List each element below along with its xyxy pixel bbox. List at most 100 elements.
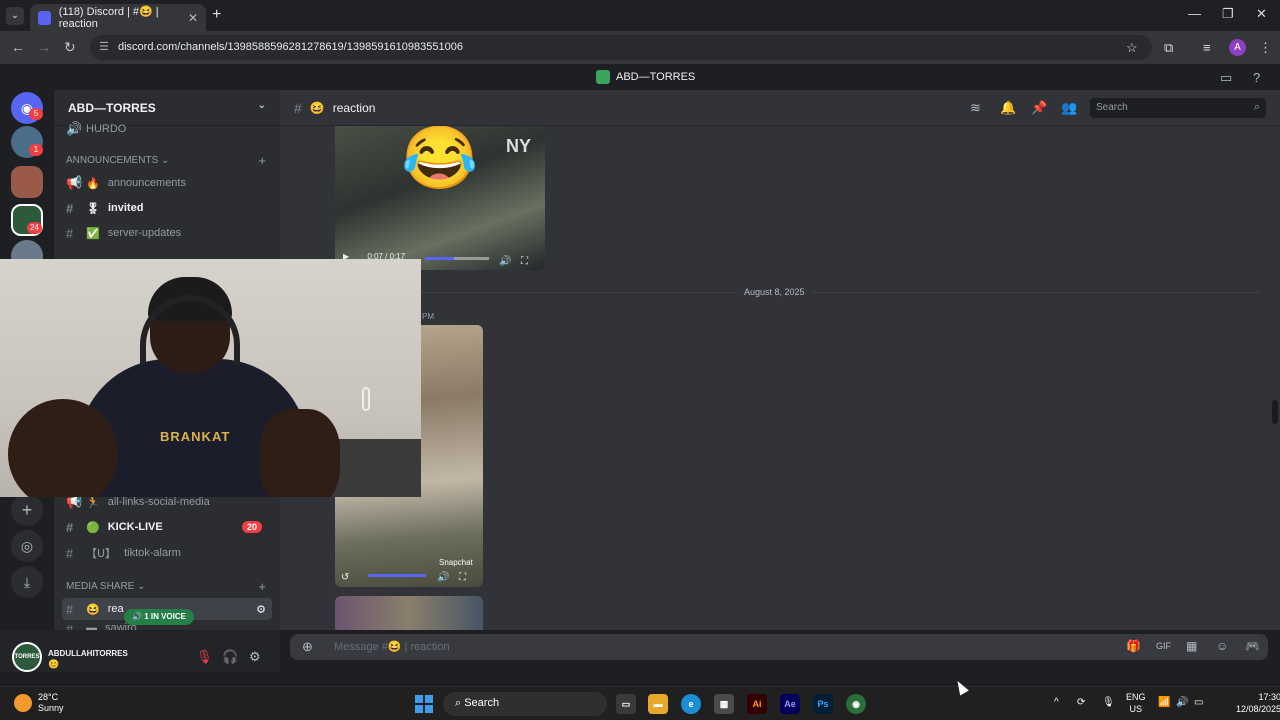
new-tab-icon[interactable]: +	[212, 6, 221, 24]
photoshop-icon[interactable]: Ps	[813, 694, 833, 714]
channel-invited[interactable]: # 🎖 invited	[62, 197, 272, 219]
fullscreen-icon[interactable]: ⛶	[459, 572, 466, 583]
discord-title-bar: ABD—TORRES ▭ ?	[0, 64, 1280, 90]
channel-label: announcements	[107, 177, 186, 189]
channel-kick-live[interactable]: # 🟢 KICK-LIVE 20	[62, 516, 272, 538]
explore-icon[interactable]: ◎	[11, 530, 43, 562]
add-channel-icon[interactable]: +	[258, 153, 266, 168]
add-server-icon[interactable]: +	[11, 494, 43, 526]
inbox-icon[interactable]: ▭	[1220, 70, 1232, 86]
shirt-text: BRANKAT	[160, 429, 231, 444]
attach-plus-icon[interactable]: ⊕	[302, 639, 313, 655]
language-indicator[interactable]: ENG US	[1126, 691, 1146, 715]
windows-start-icon[interactable]	[415, 695, 433, 713]
media-control-icon[interactable]: ≡	[1203, 40, 1211, 55]
site-info-icon[interactable]: ☰	[99, 35, 109, 60]
add-channel-icon[interactable]: +	[258, 579, 266, 594]
chrome-icon[interactable]: ◉	[846, 694, 866, 714]
tab-title: (118) Discord | #😆 | reaction	[58, 6, 159, 30]
video-progress-bar[interactable]	[368, 574, 426, 577]
sync-icon[interactable]: ⟳	[1077, 697, 1085, 708]
apps-icon[interactable]: 🎮	[1245, 639, 1260, 653]
file-explorer-icon[interactable]: ▬	[648, 694, 668, 714]
hash-icon: #	[66, 545, 74, 561]
channel-label: invited	[107, 202, 144, 214]
channel-label: tiktok-alarm	[124, 547, 181, 559]
bookmark-star-icon[interactable]: ☆	[1126, 40, 1138, 56]
notifications-bell-icon[interactable]: 🔔	[1000, 100, 1016, 116]
forward-icon[interactable]: →	[37, 39, 51, 55]
search-input[interactable]: Search ⌕	[1090, 98, 1266, 118]
volume-icon[interactable]: 🔊	[437, 572, 449, 583]
wifi-icon[interactable]: 📶	[1158, 697, 1170, 708]
hash-icon: #	[66, 601, 74, 617]
fullscreen-icon[interactable]: ⛶	[521, 256, 528, 267]
volume-tray-icon[interactable]: 🔊	[1176, 697, 1188, 708]
extensions-icon[interactable]: ⧉	[1164, 40, 1173, 56]
video-progress-bar[interactable]	[425, 257, 489, 260]
message-composer[interactable]: ⊕ Message #😆 | reaction 🎁 GIF ▦ ☺ 🎮	[290, 634, 1268, 660]
channel-announcements[interactable]: 📢 🔥 announcements	[62, 172, 272, 194]
channel-sawiro[interactable]: # ▬ sawiro	[62, 622, 272, 630]
taskbar-search[interactable]: ⌕ Search	[443, 692, 607, 716]
channel-name: reaction	[332, 101, 376, 115]
tray-overflow-icon[interactable]: ^	[1054, 697, 1059, 708]
category-announcements[interactable]: ANNOUNCEMENTS ⌄	[66, 155, 169, 166]
server-icon-2[interactable]	[11, 166, 43, 198]
volume-icon[interactable]: 🔊	[499, 256, 511, 267]
chevron-down-icon[interactable]: ⌄	[258, 100, 266, 111]
pinned-icon[interactable]: 📌	[1031, 100, 1047, 116]
back-icon[interactable]: ←	[11, 39, 25, 55]
address-bar[interactable]: ☰ discord.com/channels/13985885962812786…	[90, 35, 1152, 60]
threads-icon[interactable]: ≋	[970, 100, 981, 116]
browser-tab-discord[interactable]: (118) Discord | #😆 | reaction ✕	[30, 4, 206, 31]
browser-menu-icon[interactable]: ⋮	[1259, 40, 1272, 56]
gif-icon[interactable]: GIF	[1156, 641, 1171, 651]
close-tab-icon[interactable]: ✕	[188, 11, 198, 25]
restore-window-icon[interactable]: ❐	[1222, 6, 1234, 22]
server-name: ABD—TORRES	[68, 101, 156, 115]
system-clock[interactable]: 17:30 12/08/2025	[1236, 691, 1280, 715]
close-window-icon[interactable]: ✕	[1256, 6, 1267, 22]
store-icon[interactable]: ▦	[714, 694, 734, 714]
user-avatar[interactable]: TORRES	[12, 642, 42, 672]
user-settings-gear-icon[interactable]: ⚙	[249, 649, 261, 665]
headphones-icon[interactable]: 🎧	[222, 649, 238, 665]
username[interactable]: ABDULLAHITORRES	[48, 649, 128, 658]
laughing-emoji: 😂	[401, 126, 479, 193]
channel-label: all-links-social-media	[107, 496, 210, 508]
hash-icon: #	[66, 200, 74, 216]
task-view-icon[interactable]: ▭	[616, 694, 636, 714]
channel-tiktok-alarm[interactable]: # 【ᑌ】 tiktok-alarm	[62, 542, 272, 564]
reload-icon[interactable]: ↻	[64, 39, 76, 56]
invite-icon[interactable]: ⚙	[256, 603, 266, 616]
after-effects-icon[interactable]: Ae	[780, 694, 800, 714]
help-icon[interactable]: ?	[1253, 70, 1260, 85]
download-icon[interactable]: ⤓	[11, 566, 43, 598]
mute-mic-icon[interactable]: 🎙	[196, 649, 213, 665]
webcam-arm-right	[260, 409, 340, 497]
battery-icon[interactable]: ▭	[1194, 697, 1203, 708]
gift-icon[interactable]: 🎁	[1126, 639, 1141, 653]
profile-avatar-icon[interactable]: A	[1229, 39, 1246, 56]
category-media-share[interactable]: MEDIA SHARE ⌄	[66, 581, 146, 592]
server-title-top: ABD—TORRES	[596, 70, 695, 84]
member-list-icon[interactable]: 👥	[1061, 100, 1077, 116]
minimize-window-icon[interactable]: —	[1188, 6, 1201, 21]
edge-icon[interactable]: e	[681, 694, 701, 714]
mention-badge: 20	[241, 521, 262, 533]
sticker-icon[interactable]: ▦	[1186, 639, 1197, 653]
tab-search-dropdown-icon[interactable]: ⌄	[6, 7, 24, 25]
emoji-icon[interactable]: ☺	[1216, 639, 1228, 653]
channel-server-updates[interactable]: # ✅ server-updates	[62, 222, 272, 244]
weather-widget[interactable]: 28°C Sunny	[14, 692, 64, 714]
illustrator-icon[interactable]: Ai	[747, 694, 767, 714]
video-attachment-3[interactable]	[335, 596, 483, 630]
scrollbar-thumb[interactable]	[1272, 400, 1278, 424]
server-badge-1: 1	[29, 144, 43, 156]
search-icon: ⌕	[1253, 101, 1260, 113]
microphone-icon[interactable]: 🎙	[1102, 697, 1115, 708]
video-attachment-1[interactable]: 😂 NY ▶ 0:07 / 0:17 🔊 ⛶	[335, 126, 545, 270]
replay-icon[interactable]: ↺	[341, 572, 349, 583]
channel-hurdo[interactable]: 🔊 HURDO	[62, 118, 272, 140]
